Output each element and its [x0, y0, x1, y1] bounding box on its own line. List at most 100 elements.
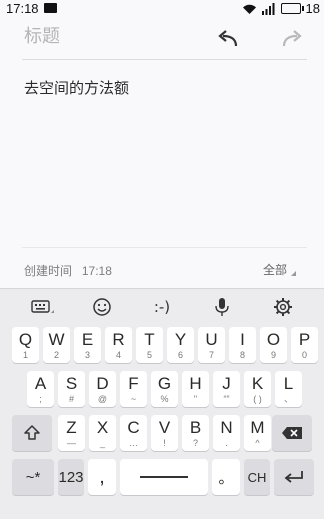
- key-symbol: 1: [22, 350, 28, 360]
- key-q[interactable]: Q1: [12, 327, 39, 363]
- symbols-key[interactable]: ~*: [12, 459, 54, 495]
- backspace-key[interactable]: [272, 415, 312, 451]
- signal-icon: [261, 2, 275, 15]
- wifi-icon: [242, 4, 256, 14]
- keyboard-icon: [31, 300, 54, 313]
- key-letter: X: [96, 418, 109, 437]
- key-letter: L: [283, 374, 294, 393]
- battery-icon: [280, 3, 304, 14]
- period-key[interactable]: 。: [212, 459, 240, 495]
- key-letter: A: [34, 374, 47, 393]
- enter-icon: [284, 471, 303, 483]
- folder-selector[interactable]: 全部: [263, 261, 297, 278]
- key-d[interactable]: D @: [89, 371, 116, 407]
- emoji-icon: [93, 298, 111, 316]
- soft-keyboard: :-) Q1W2E3R4T5Y6U7I8O9P0 A ; S # D @ F ~…: [0, 288, 324, 519]
- dropdown-triangle-icon: [291, 271, 297, 276]
- key-symbol: 2: [53, 350, 59, 360]
- keyboard-toolbar: :-): [0, 289, 324, 325]
- key-r[interactable]: R4: [105, 327, 132, 363]
- key-k[interactable]: K( ): [244, 371, 271, 407]
- key-symbol: ;: [39, 394, 42, 404]
- settings-icon: [274, 298, 292, 316]
- shift-icon: [24, 425, 40, 440]
- key-letter: D: [96, 374, 109, 393]
- key-symbol: ( ): [253, 394, 262, 404]
- key-i[interactable]: I8: [229, 327, 256, 363]
- key-o[interactable]: O9: [260, 327, 287, 363]
- key-f[interactable]: F ~: [120, 371, 147, 407]
- key-symbol: 、: [283, 394, 293, 404]
- key-h[interactable]: H ": [182, 371, 209, 407]
- navigation-bar: [0, 503, 324, 518]
- key-e[interactable]: E3: [74, 327, 101, 363]
- key-t[interactable]: T5: [136, 327, 163, 363]
- key-symbol: 3: [84, 350, 90, 360]
- key-g[interactable]: G%: [151, 371, 178, 407]
- redo-button[interactable]: [278, 26, 306, 52]
- voice-input-button[interactable]: [205, 295, 239, 319]
- key-letter: M: [250, 418, 265, 437]
- key-letter: S: [65, 374, 78, 393]
- shift-key[interactable]: [12, 415, 52, 451]
- comma-label: ,: [99, 465, 105, 488]
- key-symbol: …: [129, 438, 138, 448]
- key-n[interactable]: N.: [213, 415, 240, 451]
- title-input[interactable]: [22, 25, 196, 48]
- key-y[interactable]: Y6: [167, 327, 194, 363]
- note-content[interactable]: 去空间的方法额: [24, 77, 129, 98]
- key-letter: B: [189, 418, 202, 437]
- undo-button[interactable]: [214, 26, 242, 52]
- key-v[interactable]: V!: [151, 415, 178, 451]
- emoji-button[interactable]: [85, 295, 119, 319]
- emoticon-text: :-): [153, 298, 171, 316]
- key-j[interactable]: J “”: [213, 371, 240, 407]
- key-letter: Y: [174, 330, 187, 349]
- key-p[interactable]: P0: [291, 327, 318, 363]
- status-time: 17:18: [6, 1, 39, 16]
- key-letter: T: [144, 330, 155, 349]
- key-letter: C: [127, 418, 140, 437]
- keyboard-switch-button[interactable]: [26, 295, 60, 319]
- created-time-info: 创建时间 17:18: [24, 262, 112, 279]
- key-x[interactable]: X _: [89, 415, 116, 451]
- language-label: CH: [247, 469, 267, 485]
- key-u[interactable]: U7: [198, 327, 225, 363]
- key-symbol: @: [97, 394, 108, 404]
- key-s[interactable]: S #: [58, 371, 85, 407]
- language-key[interactable]: CH: [244, 459, 270, 495]
- emoticon-button[interactable]: :-): [145, 295, 179, 319]
- space-key[interactable]: [120, 459, 208, 495]
- key-letter: O: [266, 330, 281, 349]
- key-letter: K: [251, 374, 264, 393]
- key-symbol: _: [99, 438, 105, 448]
- key-symbol: “”: [223, 394, 230, 404]
- key-c[interactable]: C…: [120, 415, 147, 451]
- enter-key[interactable]: [274, 459, 314, 495]
- key-symbol: ": [193, 394, 198, 404]
- key-symbol: 4: [115, 350, 121, 360]
- key-letter: N: [220, 418, 233, 437]
- key-letter: F: [128, 374, 139, 393]
- key-letter: G: [157, 374, 172, 393]
- key-letter: V: [158, 418, 171, 437]
- key-m[interactable]: M ^: [244, 415, 271, 451]
- key-a[interactable]: A;: [27, 371, 54, 407]
- status-right: 18: [242, 1, 320, 16]
- key-letter: W: [48, 330, 65, 349]
- keyboard-settings-button[interactable]: [266, 295, 300, 319]
- key-letter: Z: [66, 418, 77, 437]
- key-symbol: 8: [239, 350, 245, 360]
- comma-key[interactable]: ,: [88, 459, 116, 495]
- numbers-key[interactable]: 123: [58, 459, 84, 495]
- image-notification-icon: [44, 3, 57, 13]
- key-w[interactable]: W2: [43, 327, 70, 363]
- symbols-label: ~*: [25, 468, 41, 486]
- period-label: 。: [218, 469, 234, 487]
- key-symbol: —: [67, 438, 76, 448]
- numbers-label: 123: [58, 468, 84, 486]
- key-z[interactable]: Z —: [58, 415, 85, 451]
- key-b[interactable]: B?: [182, 415, 209, 451]
- key-l[interactable]: L、: [275, 371, 302, 407]
- redo-icon: [282, 30, 302, 47]
